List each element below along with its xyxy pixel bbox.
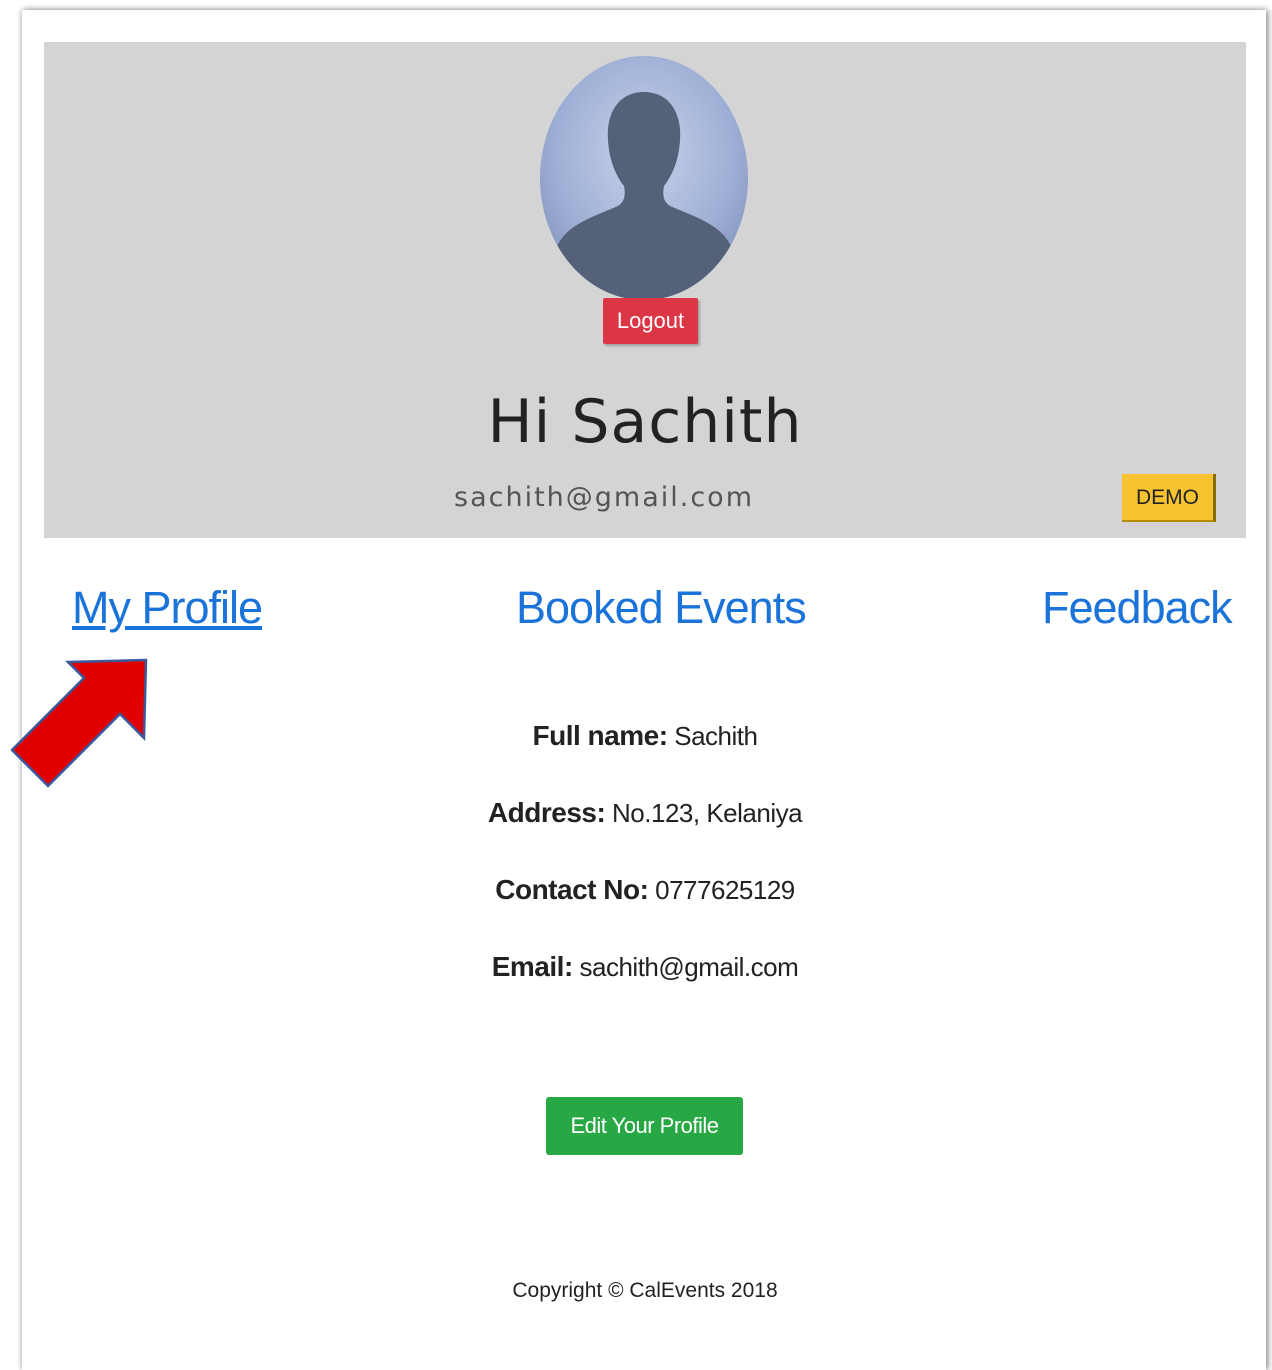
nav-my-profile-link[interactable]: My Profile (72, 582, 263, 634)
avatar (540, 56, 748, 300)
detail-contact: Contact No: 0777625129 (0, 874, 1272, 951)
nav-feedback-link[interactable]: Feedback (1042, 582, 1233, 634)
detail-address: Address: No.123, Kelaniya (0, 797, 1272, 874)
greeting-title: Hi Sachith (487, 387, 803, 457)
email-label: Email: (491, 951, 574, 982)
address-value: No.123, Kelaniya (612, 798, 803, 828)
profile-header: Logout Hi Sachith sachith@gmail.com DEMO (44, 42, 1246, 538)
full-name-label: Full name: (532, 720, 669, 751)
logout-button[interactable]: Logout (603, 298, 698, 344)
edit-profile-button[interactable]: Edit Your Profile (546, 1097, 743, 1155)
detail-full-name: Full name: Sachith (0, 720, 1272, 797)
nav-booked-events-link[interactable]: Booked Events (516, 582, 807, 634)
address-label: Address: (487, 797, 606, 828)
email-value: sachith@gmail.com (579, 952, 799, 982)
header-email: sachith@gmail.com (454, 482, 755, 513)
full-name-value: Sachith (674, 721, 758, 751)
profile-details: Full name: Sachith Address: No.123, Kela… (0, 720, 1272, 1028)
footer-copyright: Copyright © CalEvents 2018 (512, 1279, 778, 1302)
detail-email: Email: sachith@gmail.com (0, 951, 1272, 1028)
demo-badge: DEMO (1122, 474, 1216, 522)
contact-value: 0777625129 (655, 875, 795, 905)
contact-label: Contact No: (495, 874, 649, 905)
